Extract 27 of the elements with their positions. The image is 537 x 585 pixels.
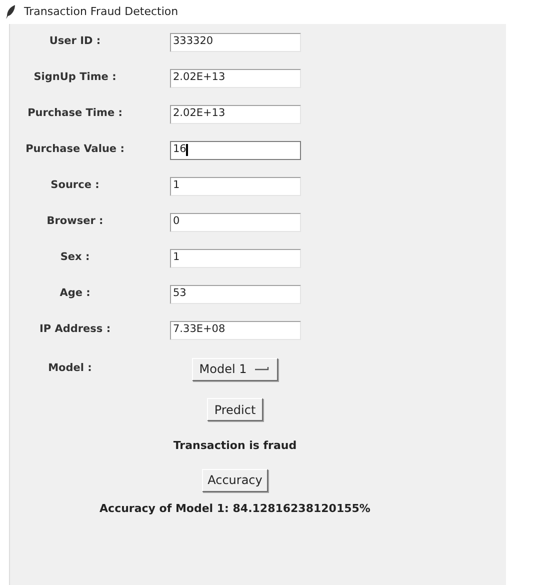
predict-button[interactable]: Predict xyxy=(207,398,263,421)
field-label: Browser : xyxy=(46,214,104,230)
window-title: Transaction Fraud Detection xyxy=(24,4,178,20)
field-label: Purchase Value : xyxy=(24,142,126,158)
accuracy-button[interactable]: Accuracy xyxy=(202,468,268,492)
field-label: Source : xyxy=(50,178,100,194)
input-field[interactable]: 1 xyxy=(170,176,301,196)
field-label: SignUp Time : xyxy=(32,70,118,86)
option-indicator-icon xyxy=(254,367,271,371)
input-field[interactable]: 0 xyxy=(170,212,301,232)
input-field[interactable]: 333320 xyxy=(170,32,301,52)
field-label: Purchase Time : xyxy=(26,106,124,122)
model-dropdown[interactable]: Model 1 xyxy=(192,358,278,380)
prediction-result: Transaction is fraud xyxy=(173,438,297,454)
feather-icon xyxy=(6,5,16,19)
field-label: User ID : xyxy=(48,34,102,50)
field-label: Age : xyxy=(58,286,92,302)
input-field[interactable]: 1 xyxy=(170,248,301,268)
field-label: Model : xyxy=(47,361,93,376)
input-field[interactable]: 53 xyxy=(170,284,301,304)
field-label: Sex : xyxy=(59,250,91,266)
input-field[interactable]: 16 xyxy=(170,140,301,160)
accuracy-result: Accuracy of Model 1: 84.12816238120155% xyxy=(100,500,370,516)
input-field[interactable]: 2.02E+13 xyxy=(170,68,301,88)
input-field[interactable]: 2.02E+13 xyxy=(170,104,301,124)
input-field[interactable]: 7.33E+08 xyxy=(170,320,301,340)
field-label: IP Address : xyxy=(38,322,112,338)
